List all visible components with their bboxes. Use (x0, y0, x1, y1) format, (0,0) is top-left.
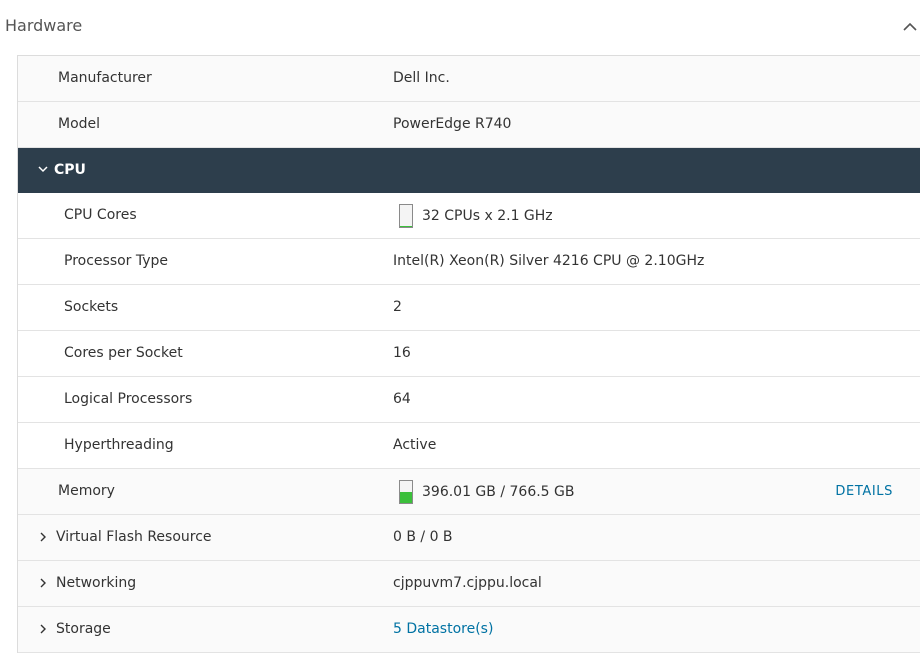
row-manufacturer: Manufacturer Dell Inc. (18, 56, 920, 102)
hardware-properties-grid: Manufacturer Dell Inc. Model PowerEdge R… (17, 55, 920, 653)
row-processor-type: Processor Type Intel(R) Xeon(R) Silver 4… (18, 239, 920, 285)
cpu-cores-value-wrap: 32 CPUs x 2.1 GHz (399, 201, 553, 231)
cores-per-socket-value: 16 (393, 345, 411, 361)
logical-processors-label: Logical Processors (64, 391, 193, 407)
chevron-right-icon[interactable] (38, 576, 48, 590)
chevron-up-icon[interactable] (902, 20, 918, 34)
cpu-usage-meter-fill (400, 225, 412, 227)
cpu-cores-value: 32 CPUs x 2.1 GHz (422, 208, 553, 224)
memory-label: Memory (58, 483, 115, 499)
hyperthreading-label: Hyperthreading (64, 437, 174, 453)
row-networking[interactable]: Networking cjppuvm7.cjppu.local (18, 561, 920, 607)
row-memory: Memory 396.01 GB / 766.5 GB DETAILS (18, 469, 920, 515)
sockets-value: 2 (393, 299, 402, 315)
row-hyperthreading: Hyperthreading Active (18, 423, 920, 469)
row-storage[interactable]: Storage 5 Datastore(s) (18, 607, 920, 653)
row-sockets: Sockets 2 (18, 285, 920, 331)
memory-value: 396.01 GB / 766.5 GB (422, 484, 575, 500)
cores-per-socket-label: Cores per Socket (64, 345, 183, 361)
processor-type-label: Processor Type (64, 253, 169, 269)
chevron-right-icon[interactable] (38, 622, 48, 636)
memory-usage-meter-fill (400, 491, 412, 503)
row-cpu-cores: CPU Cores 32 CPUs x 2.1 GHz (18, 193, 920, 239)
chevron-down-icon[interactable] (37, 163, 49, 175)
manufacturer-label: Manufacturer (58, 70, 152, 86)
storage-label: Storage (56, 621, 111, 637)
chevron-right-icon[interactable] (38, 530, 48, 544)
hardware-section-header[interactable]: Hardware (0, 6, 920, 46)
cpu-group-label: CPU (54, 162, 86, 178)
row-logical-processors: Logical Processors 64 (18, 377, 920, 423)
memory-value-wrap: 396.01 GB / 766.5 GB (399, 477, 575, 507)
cpu-group-header[interactable]: CPU (18, 148, 920, 193)
hyperthreading-value: Active (393, 437, 437, 453)
model-value: PowerEdge R740 (393, 116, 512, 132)
memory-details-link[interactable]: DETAILS (835, 484, 893, 499)
processor-type-value: Intel(R) Xeon(R) Silver 4216 CPU @ 2.10G… (393, 253, 705, 269)
networking-label: Networking (56, 575, 137, 591)
virtual-flash-label: Virtual Flash Resource (56, 529, 212, 545)
row-model: Model PowerEdge R740 (18, 102, 920, 148)
sockets-label: Sockets (64, 299, 119, 315)
row-virtual-flash-resource[interactable]: Virtual Flash Resource 0 B / 0 B (18, 515, 920, 561)
manufacturer-value: Dell Inc. (393, 70, 450, 86)
cpu-cores-label: CPU Cores (64, 207, 137, 223)
model-label: Model (58, 116, 101, 132)
row-cores-per-socket: Cores per Socket 16 (18, 331, 920, 377)
memory-usage-meter (399, 480, 413, 504)
cpu-usage-meter (399, 204, 413, 228)
networking-value: cjppuvm7.cjppu.local (393, 575, 542, 591)
logical-processors-value: 64 (393, 391, 411, 407)
virtual-flash-value: 0 B / 0 B (393, 529, 453, 545)
section-title: Hardware (5, 16, 83, 35)
storage-datastores-link[interactable]: 5 Datastore(s) (393, 621, 493, 637)
